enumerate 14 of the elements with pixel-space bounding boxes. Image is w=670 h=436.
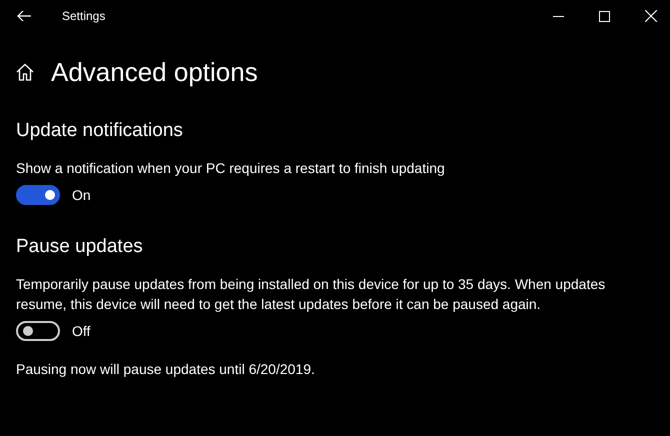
setting-description: Show a notification when your PC requires a restart to finish updating [16,159,446,178]
toggle-switch[interactable] [16,185,60,205]
toggle-label: On [72,187,91,203]
window-title: Settings [62,9,106,23]
toggle-label: Off [72,323,90,339]
section-heading: Pause updates [16,235,144,259]
page-title: Advanced options [51,56,258,89]
home-icon[interactable] [16,63,34,81]
setting-description: Temporarily pause updates from being installed on this device for up to 35 days. When updates resume, this device will need to get the latest updates before it can be paused again. [16,275,606,314]
close-icon[interactable] [645,10,657,22]
section-heading: Update notifications [16,119,184,143]
back-arrow-icon[interactable] [17,10,31,22]
pause-note: Pausing now will pause updates until 6/20/2019. [16,361,316,377]
maximize-icon[interactable] [599,10,610,22]
